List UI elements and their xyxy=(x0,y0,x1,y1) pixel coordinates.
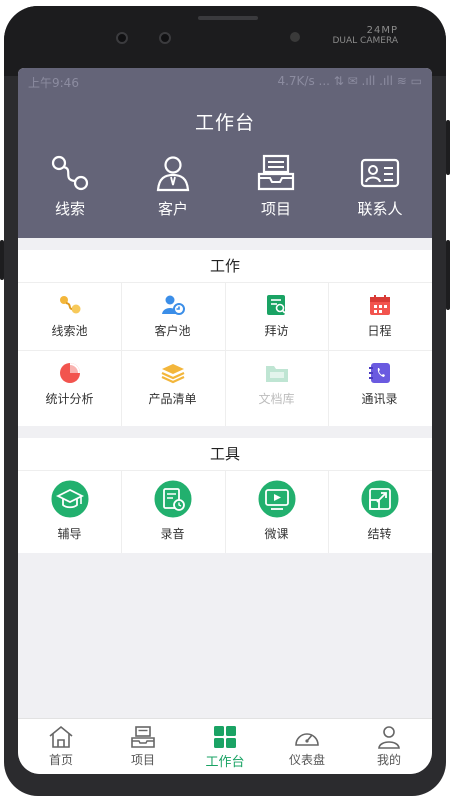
section-title-work: 工作 xyxy=(209,257,240,275)
work-item-customer-pool[interactable]: 客户池 xyxy=(121,294,224,339)
grid-icon xyxy=(214,726,236,748)
folder-icon xyxy=(265,366,288,382)
tab-home[interactable]: 首页 xyxy=(20,725,102,768)
tab-project[interactable]: 项目 xyxy=(102,725,184,768)
flash-icon xyxy=(290,32,300,42)
tab-label: 仪表盘 xyxy=(288,753,325,767)
section-title-tools: 工具 xyxy=(209,445,240,463)
phone-side-button xyxy=(0,240,4,280)
phone-book-icon xyxy=(368,363,390,383)
recording-icon xyxy=(153,479,192,519)
work-item-label: 通讯录 xyxy=(361,392,398,406)
camera-lens-icon xyxy=(116,32,128,44)
clue-pool-icon xyxy=(59,296,80,314)
app-screen: 上午9:46 4.7K/s ... ⇅ ✉ .ıll .ıll ≋ ▭ 工作台 … xyxy=(18,68,432,774)
quick-action-customer[interactable]: 客户 xyxy=(133,154,213,224)
phone-top-bezel: 24MP DUAL CAMERA xyxy=(4,6,446,76)
work-item-product-list[interactable]: 产品清单 xyxy=(121,362,224,407)
page-title: 工作台 xyxy=(194,112,255,134)
visit-icon xyxy=(266,295,286,315)
project-icon xyxy=(131,726,155,748)
camera-label: 24MP DUAL CAMERA xyxy=(332,25,399,47)
transfer-icon xyxy=(360,479,399,519)
workbench-header: 上午9:46 4.7K/s ... ⇅ ✉ .ıll .ıll ≋ ▭ 工作台 … xyxy=(18,68,432,238)
pie-chart-icon xyxy=(59,363,80,383)
tab-label: 我的 xyxy=(376,753,401,767)
tool-item-label: 录音 xyxy=(160,527,185,541)
tab-label: 工作台 xyxy=(205,755,245,770)
graduation-cap-icon xyxy=(50,479,89,519)
quick-action-clue[interactable]: 线索 xyxy=(30,154,110,224)
work-item-calendar[interactable]: 日程 xyxy=(328,294,431,339)
tab-label: 首页 xyxy=(48,753,73,767)
home-icon xyxy=(49,725,73,748)
tool-item-label: 辅导 xyxy=(57,527,82,541)
status-bar: 上午9:46 4.7K/s ... ⇅ ✉ .ıll .ıll ≋ ▭ xyxy=(18,68,432,94)
tool-item-coaching[interactable]: 辅导 xyxy=(18,479,121,542)
work-item-clue-pool[interactable]: 线索池 xyxy=(18,294,121,339)
contact-card-icon xyxy=(360,158,400,188)
work-item-label: 文档库 xyxy=(258,392,295,406)
quick-action-label: 联系人 xyxy=(357,200,403,218)
clue-icon xyxy=(51,155,89,191)
work-item-visit[interactable]: 拜访 xyxy=(225,294,328,339)
tool-item-recording[interactable]: 录音 xyxy=(121,479,224,542)
quick-action-label: 项目 xyxy=(260,200,291,218)
work-item-label: 客户池 xyxy=(154,324,191,338)
quick-action-label: 客户 xyxy=(157,200,188,218)
tool-item-transfer[interactable]: 结转 xyxy=(328,479,431,542)
tool-item-label: 微课 xyxy=(264,527,289,541)
work-item-document-library[interactable]: 文档库 xyxy=(225,362,328,407)
calendar-icon xyxy=(369,295,390,315)
tool-item-label: 结转 xyxy=(367,527,392,541)
work-item-label: 统计分析 xyxy=(45,392,94,406)
work-item-phone-book[interactable]: 通讯录 xyxy=(328,362,431,407)
status-time: 上午9:46 xyxy=(28,76,79,90)
tools-section: 工具 辅导 录音 微课 结转 xyxy=(18,438,432,553)
project-icon xyxy=(257,154,295,191)
phone-side-button xyxy=(446,120,450,175)
quick-action-label: 线索 xyxy=(54,200,85,218)
tool-item-micro-course[interactable]: 微课 xyxy=(225,479,328,542)
work-item-label: 拜访 xyxy=(264,324,289,338)
tab-profile[interactable]: 我的 xyxy=(348,725,430,768)
tab-workbench[interactable]: 工作台 xyxy=(184,725,266,770)
video-play-icon xyxy=(257,479,296,519)
profile-icon xyxy=(378,726,400,749)
phone-side-button xyxy=(446,240,450,310)
tab-label: 项目 xyxy=(130,753,155,767)
quick-action-contact[interactable]: 联系人 xyxy=(340,154,420,224)
quick-action-project[interactable]: 项目 xyxy=(236,154,316,224)
work-item-label: 线索池 xyxy=(51,324,88,338)
work-item-label: 产品清单 xyxy=(148,392,197,406)
dashboard-icon xyxy=(295,733,319,746)
tab-dashboard[interactable]: 仪表盘 xyxy=(266,725,348,768)
bottom-tab-bar: 首页 项目 工作台 仪表盘 我的 xyxy=(18,718,432,774)
layers-icon xyxy=(161,364,184,384)
work-item-label: 日程 xyxy=(367,324,392,338)
earpiece-speaker xyxy=(198,16,258,20)
work-section: 工作 线索池 客户池 拜访 日程 统计分析 产品清单 文档库 通讯录 xyxy=(18,250,432,426)
customer-icon xyxy=(156,156,190,192)
camera-lens-icon xyxy=(159,32,171,44)
customer-pool-icon xyxy=(161,295,185,315)
status-network: 4.7K/s ... ⇅ ✉ .ıll .ıll ≋ ▭ xyxy=(277,74,422,88)
work-item-statistics[interactable]: 统计分析 xyxy=(18,362,121,407)
